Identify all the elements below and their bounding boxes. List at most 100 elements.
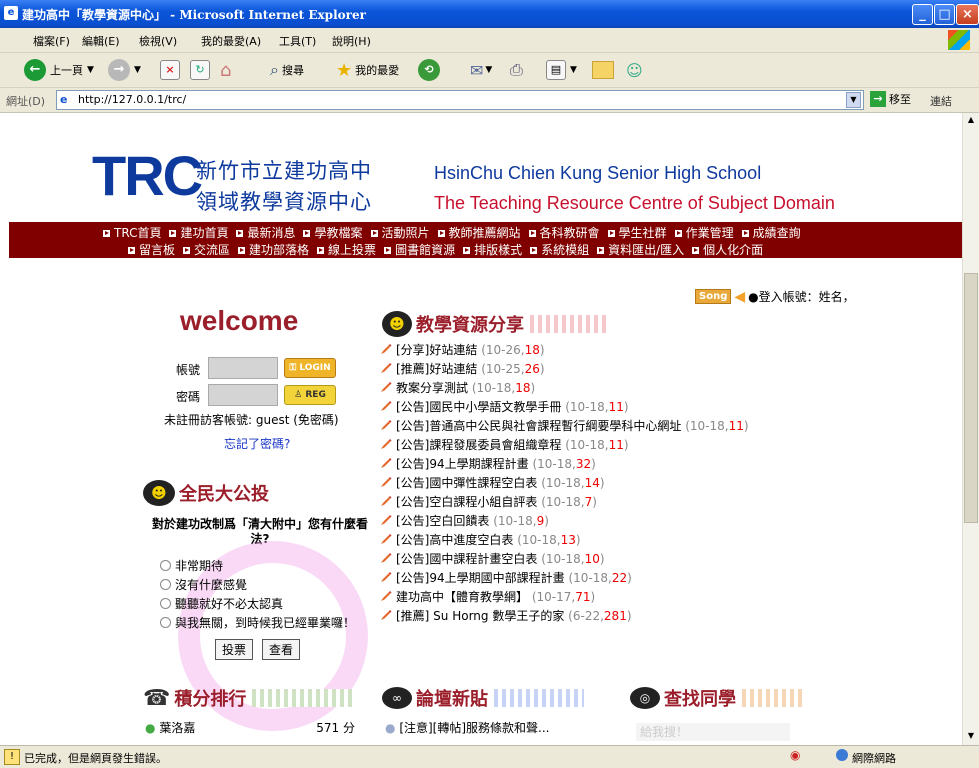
scroll-thumb[interactable] [964,273,978,523]
nav-link[interactable]: 留言板 [128,243,179,257]
register-button[interactable]: ♙ REG [284,385,336,405]
resource-link[interactable]: 教案分享測試 [396,381,468,395]
resource-link[interactable]: [公告]高中進度空白表 [396,533,513,547]
home-button[interactable]: ⌂ [220,58,231,82]
nav-link[interactable]: 作業管理 [674,226,738,240]
resource-link[interactable]: [公告]94上學期課程計畫 [396,457,529,471]
menu-view[interactable]: 檢視(V) [139,33,177,49]
resource-link[interactable]: [分享]好站連結 [396,343,477,357]
resource-link[interactable]: [公告]空白課程小組自評表 [396,495,537,509]
resource-date: 10-18 [521,533,557,547]
scroll-down-icon[interactable]: ▼ [965,731,977,743]
forward-button[interactable]: → ▼ [108,58,141,82]
menu-file[interactable]: 檔案(F) [33,33,70,49]
vertical-scrollbar[interactable]: ▲ ▼ [962,113,979,745]
warning-icon[interactable]: ! [4,749,20,765]
resource-link[interactable]: [推薦]好站連結 [396,362,477,376]
back-button[interactable]: ← 上一頁 ▼ [24,58,94,82]
poll-option[interactable]: 聽聽就好不必太認真 [160,595,355,614]
stop-button[interactable]: × [160,58,180,82]
radio-button[interactable] [160,617,171,628]
nav-link[interactable]: 教師推薦網站 [437,226,525,240]
ranking-name[interactable]: 葉洛嘉 [159,721,195,735]
menu-edit[interactable]: 編輯(E) [82,33,120,49]
list-item: [公告]94上學期國中部課程計畫 (10-18,22) [380,569,749,588]
refresh-button[interactable]: ↻ [190,58,210,82]
bullet-icon [530,247,538,254]
nav-link[interactable]: 活動照片 [370,226,434,240]
scroll-up-icon[interactable]: ▲ [965,115,977,127]
nav-link[interactable]: 建功首頁 [169,226,232,240]
nav-link[interactable]: 建功部落格 [238,243,313,257]
nav-link[interactable]: 成績查詢 [741,226,805,240]
nav-link[interactable]: TRC首頁 [103,226,165,240]
poll-option[interactable]: 與我無關，到時候我已經畢業囉！ [160,614,355,633]
history-button[interactable]: ⟲ [418,58,440,82]
header-stripes [252,689,353,707]
address-input[interactable]: e http://127.0.0.1/trc/ ▼ [56,90,864,110]
nav-link[interactable]: 排版樣式 [463,243,526,257]
classmates-header: ◎ 查找同學 [630,685,802,711]
menu-favorites[interactable]: 我的最愛(A) [201,33,261,49]
login-button[interactable]: ⚿ LOGIN [284,358,336,378]
resource-link[interactable]: [公告]國民中小學語文教學手冊 [396,400,561,414]
vote-button[interactable]: 投票 [215,639,254,660]
search-button[interactable]: ⌕ 搜尋 [270,58,304,82]
song-button[interactable]: Song [695,289,732,304]
resource-date: 6-22 [572,609,601,623]
radio-button[interactable] [160,560,171,571]
nav-link[interactable]: 系統模組 [530,243,593,257]
maximize-button[interactable]: □ [934,4,955,25]
resource-link[interactable]: [公告]空白回饋表 [396,514,489,528]
menu-help[interactable]: 說明(H) [332,33,371,49]
resource-link[interactable]: [公告]國中課程計畫空白表 [396,552,537,566]
messenger-button[interactable]: ☺ [626,58,643,82]
resource-link[interactable]: [公告]課程發展委員會組織章程 [396,438,561,452]
speaker-icon[interactable]: ◀ [734,289,745,305]
forum-post-link[interactable]: [注意][轉帖]服務條款和聲... [399,721,549,735]
nav-link[interactable]: 個人化介面 [692,243,767,257]
forum-row: ● [注意][轉帖]服務條款和聲... [385,719,549,736]
resources-list: [分享]好站連結 (10-26,18) [推薦]好站連結 (10-25,26) 教案… [380,341,749,626]
nav-link[interactable]: 資料匯出/匯入 [597,243,688,257]
address-dropdown-icon[interactable]: ▼ [846,92,861,108]
menu-tools[interactable]: 工具(T) [279,33,316,49]
edit-button[interactable]: ▤ ▼ [546,58,577,82]
password-input[interactable] [208,384,278,406]
resource-count: 10 [584,552,600,566]
nav-link[interactable]: 圖書館資源 [384,243,459,257]
resource-link[interactable]: [公告]94上學期國中部課程計畫 [396,571,565,585]
resource-link[interactable]: [公告]國中彈性課程空白表 [396,476,537,490]
nav-link[interactable]: 學生社群 [607,226,671,240]
poll-header: ☻ 全民大公投 [143,480,269,506]
mail-button[interactable]: ✉ ▼ [470,58,492,82]
favorites-button[interactable]: ★ 我的最愛 [336,58,399,82]
poll-option[interactable]: 沒有什麼感覺 [160,576,355,595]
nav-link[interactable]: 交流區 [183,243,234,257]
close-button[interactable]: × [956,4,979,25]
minimize-button[interactable]: _ [912,4,933,25]
account-input[interactable] [208,357,278,379]
resource-link[interactable]: 建功高中【體育教學網】 [396,590,528,604]
camera-icon: ☎ [143,685,171,711]
print-button[interactable]: ⎙ [510,58,523,82]
resource-link[interactable]: [公告]普通高中公民與社會課程暫行綱要學科中心網址 [396,419,681,433]
go-button[interactable]: → 移至 [870,91,911,107]
resource-link[interactable]: [推薦] Su Horng 數學王子的家 [396,609,564,623]
nav-link[interactable]: 最新消息 [236,226,299,240]
nav-link[interactable]: 各科教研會 [528,226,604,240]
resource-count: 26 [524,362,540,376]
view-results-button[interactable]: 查看 [262,639,301,660]
nav-link[interactable]: 學教檔案 [303,226,366,240]
forgot-password-link[interactable]: 忘記了密碼? [224,435,290,452]
poll-option[interactable]: 非常期待 [160,557,355,576]
folder-button[interactable] [592,58,614,82]
links-label[interactable]: 連結 [930,93,952,109]
privacy-icon[interactable]: ◉ [790,748,800,762]
classmate-search-input[interactable]: 給我搜！ [636,723,790,741]
radio-button[interactable] [160,579,171,590]
nav-link[interactable]: 線上投票 [317,243,380,257]
zone-label: 網際網路 [852,752,896,765]
printer-icon: ⎙ [510,60,523,79]
radio-button[interactable] [160,598,171,609]
